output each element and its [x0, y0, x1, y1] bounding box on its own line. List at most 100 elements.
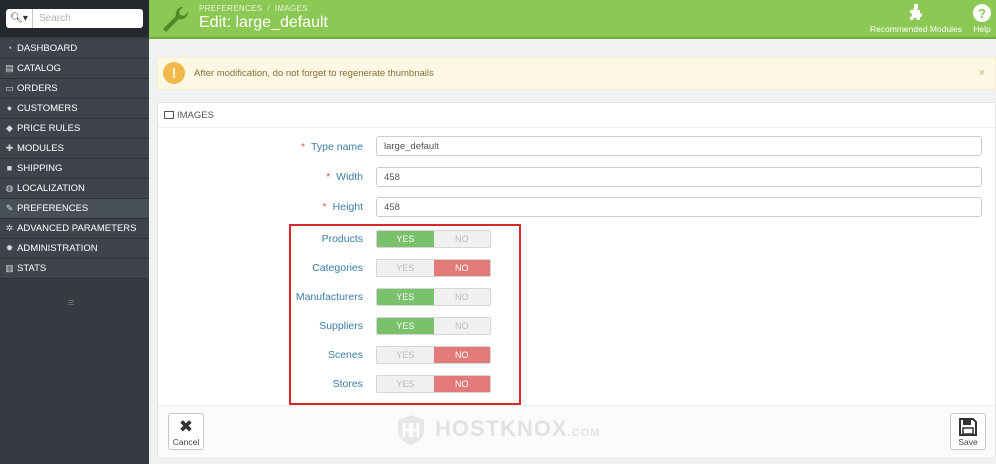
- help-label: Help: [973, 24, 991, 34]
- save-icon: [959, 418, 977, 436]
- sidebar-item-price-rules[interactable]: ◆ PRICE RULES: [0, 119, 149, 139]
- breadcrumb-separator: /: [267, 4, 270, 13]
- search-bar: 🔍︎▾: [0, 0, 149, 37]
- width-label-text: Width: [336, 171, 363, 183]
- sidebar-item-label: MODULES: [17, 143, 64, 154]
- suppliers-label: Suppliers: [319, 320, 363, 332]
- required-marker: *: [322, 201, 327, 213]
- sidebar-item-label: DASHBOARD: [17, 43, 78, 54]
- stores-toggle: YES NO: [376, 375, 491, 393]
- required-marker: *: [326, 171, 331, 183]
- stores-yes-option[interactable]: YES: [377, 376, 434, 392]
- dashboard-icon: ◔: [6, 43, 13, 53]
- catalog-icon: ▤: [5, 63, 14, 73]
- products-no-option[interactable]: NO: [433, 231, 490, 247]
- watermark-suffix: .COM: [567, 426, 601, 439]
- recommended-modules-label: Recommended Modules: [869, 24, 963, 34]
- breadcrumb-images[interactable]: IMAGES: [275, 4, 308, 13]
- breadcrumb-preferences[interactable]: PREFERENCES: [199, 4, 262, 13]
- images-panel: IMAGES * Type name * Width * Height Product…: [157, 102, 996, 457]
- puzzle-icon: [910, 4, 922, 20]
- type-name-label-text: Type name: [311, 141, 363, 153]
- width-input[interactable]: [376, 167, 982, 187]
- manufacturers-yes-option[interactable]: YES: [377, 289, 434, 305]
- categories-label: Categories: [312, 262, 363, 274]
- cancel-button[interactable]: ✖ Cancel: [168, 413, 204, 450]
- search-icon: 🔍︎: [10, 13, 23, 24]
- manufacturers-no-option[interactable]: NO: [433, 289, 490, 305]
- search-type-button[interactable]: 🔍︎▾: [6, 9, 33, 28]
- sidebar-item-orders[interactable]: ▭ ORDERS: [0, 79, 149, 99]
- stores-no-option[interactable]: NO: [433, 376, 490, 392]
- categories-no-option[interactable]: NO: [433, 260, 490, 276]
- sidebar-item-label: ORDERS: [17, 83, 58, 94]
- main-menu: ◔ DASHBOARD ▤ CATALOG ▭ ORDERS ● CUSTOMERS ◆ PRIC…: [0, 39, 149, 279]
- sidebar-item-dashboard[interactable]: ◔ DASHBOARD: [0, 39, 149, 59]
- categories-yes-option[interactable]: YES: [377, 260, 434, 276]
- sidebar-item-label: CATALOG: [17, 63, 61, 74]
- products-yes-option[interactable]: YES: [377, 231, 434, 247]
- required-marker: *: [300, 141, 306, 153]
- suppliers-yes-option[interactable]: YES: [377, 318, 434, 334]
- warning-alert: ! After modification, do not forget to r…: [157, 57, 996, 90]
- sidebar-item-label: LOCALIZATION: [17, 183, 85, 194]
- warning-icon: !: [163, 62, 185, 84]
- sidebar-item-preferences[interactable]: ✎ PREFERENCES: [0, 199, 149, 219]
- recommended-modules-button[interactable]: Recommended Modules: [865, 3, 967, 34]
- type-name-input[interactable]: [376, 136, 982, 156]
- sidebar-item-label: ADMINISTRATION: [17, 243, 98, 254]
- scenes-no-option[interactable]: NO: [433, 347, 490, 363]
- sidebar-item-label: SHIPPING: [17, 163, 63, 174]
- sidebar-item-stats[interactable]: ▥ STATS: [0, 259, 149, 279]
- sidebar-item-administration[interactable]: ✹ ADMINISTRATION: [0, 239, 149, 259]
- cogs-icon: ✲: [5, 223, 14, 233]
- sidebar-item-customers[interactable]: ● CUSTOMERS: [0, 99, 149, 119]
- help-button[interactable]: ? Help: [969, 3, 995, 34]
- panel-title: IMAGES: [177, 110, 214, 121]
- truck-icon: ■: [6, 163, 13, 173]
- products-toggle: YES NO: [376, 230, 491, 248]
- breadcrumb: PREFERENCES / IMAGES: [199, 4, 308, 13]
- sidebar-item-shipping[interactable]: ■ SHIPPING: [0, 159, 149, 179]
- type-name-label: * Type name: [301, 141, 363, 153]
- sidebar-item-advanced-parameters[interactable]: ✲ ADVANCED PARAMETERS: [0, 219, 149, 239]
- chevron-down-icon: ▾: [22, 13, 28, 24]
- manufacturers-label: Manufacturers: [295, 291, 363, 303]
- scenes-yes-option[interactable]: YES: [377, 347, 434, 363]
- suppliers-no-option[interactable]: NO: [433, 318, 490, 334]
- close-icon: ✖: [178, 417, 194, 436]
- products-label: Products: [321, 233, 363, 245]
- sidebar-item-label: STATS: [17, 263, 47, 274]
- collapse-menu-icon[interactable]: ≡: [68, 297, 74, 309]
- scenes-toggle: YES NO: [376, 346, 491, 364]
- sidebar-item-localization[interactable]: ◍ LOCALIZATION: [0, 179, 149, 199]
- close-icon[interactable]: ×: [979, 67, 985, 79]
- categories-toggle: YES NO: [376, 259, 491, 277]
- scenes-label: Scenes: [327, 349, 363, 361]
- save-button[interactable]: Save: [950, 413, 986, 450]
- tag-icon: ◆: [6, 123, 13, 133]
- gear-icon: ✹: [5, 243, 14, 253]
- bar-chart-icon: ▥: [5, 263, 14, 273]
- manufacturers-toggle: YES NO: [376, 288, 491, 306]
- search-input[interactable]: [33, 9, 143, 28]
- stores-label: Stores: [332, 378, 363, 390]
- page-title: Edit: large_default: [199, 14, 328, 31]
- wrench-icon: ✎: [5, 203, 14, 213]
- svg-text:?: ?: [978, 6, 986, 21]
- height-label: * Height: [323, 201, 363, 213]
- sidebar-item-label: ADVANCED PARAMETERS: [17, 223, 137, 234]
- height-input[interactable]: [376, 197, 982, 217]
- users-icon: ●: [6, 103, 13, 113]
- sidebar-item-label: CUSTOMERS: [17, 103, 78, 114]
- puzzle-icon: ✚: [5, 143, 14, 153]
- sidebar-item-modules[interactable]: ✚ MODULES: [0, 139, 149, 159]
- help-icon: ?: [973, 4, 991, 22]
- wrench-icon: [163, 6, 189, 32]
- sidebar-item-label: PREFERENCES: [17, 203, 89, 214]
- sidebar-item-catalog[interactable]: ▤ CATALOG: [0, 59, 149, 79]
- image-icon: [164, 111, 174, 119]
- page-header: PREFERENCES / IMAGES Edit: large_default R…: [149, 0, 996, 39]
- width-label: * Width: [326, 171, 363, 183]
- panel-heading: IMAGES: [158, 103, 995, 128]
